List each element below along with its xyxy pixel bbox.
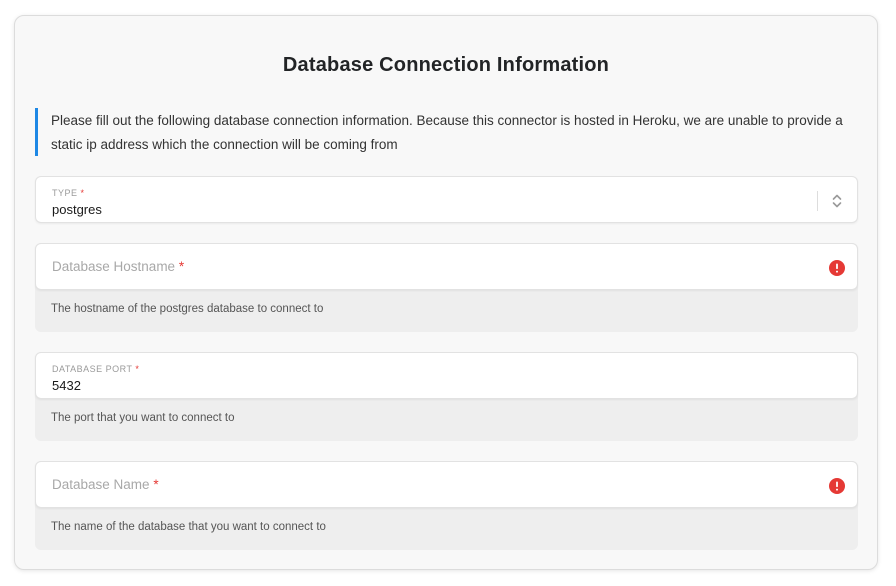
select-divider <box>817 191 818 211</box>
alert-circle-icon <box>829 478 845 494</box>
port-value: 5432 <box>52 378 81 393</box>
type-label: TYPE * <box>52 188 85 198</box>
info-notice: Please fill out the following database c… <box>35 108 855 156</box>
hostname-help-text: The hostname of the postgres database to… <box>51 303 324 315</box>
type-value: postgres <box>52 202 102 217</box>
database-hostname-input[interactable]: Database Hostname * <box>35 243 858 290</box>
dbname-field-group: Database Name * The name of the database… <box>35 461 858 550</box>
select-chevrons-icon[interactable] <box>832 192 842 210</box>
database-port-input[interactable]: DATABASE PORT * 5432 <box>35 352 858 399</box>
alert-circle-icon <box>829 260 845 276</box>
page-title: Database Connection Information <box>282 54 610 76</box>
database-name-input[interactable]: Database Name * <box>35 461 858 508</box>
type-field-group: TYPE * postgres <box>35 176 858 223</box>
database-connection-card: Database Connection Information Please f… <box>14 15 878 570</box>
port-help-text: The port that you want to connect to <box>51 412 235 424</box>
port-field-group: DATABASE PORT * 5432 The port that you w… <box>35 352 858 441</box>
type-select[interactable]: TYPE * postgres <box>35 176 858 223</box>
port-label: DATABASE PORT * <box>52 364 140 374</box>
hostname-placeholder: Database Hostname * <box>52 259 185 274</box>
dbname-placeholder: Database Name * <box>52 477 159 492</box>
hostname-field-group: Database Hostname * The hostname of the … <box>35 243 858 332</box>
dbname-help-text: The name of the database that you want t… <box>51 521 326 533</box>
